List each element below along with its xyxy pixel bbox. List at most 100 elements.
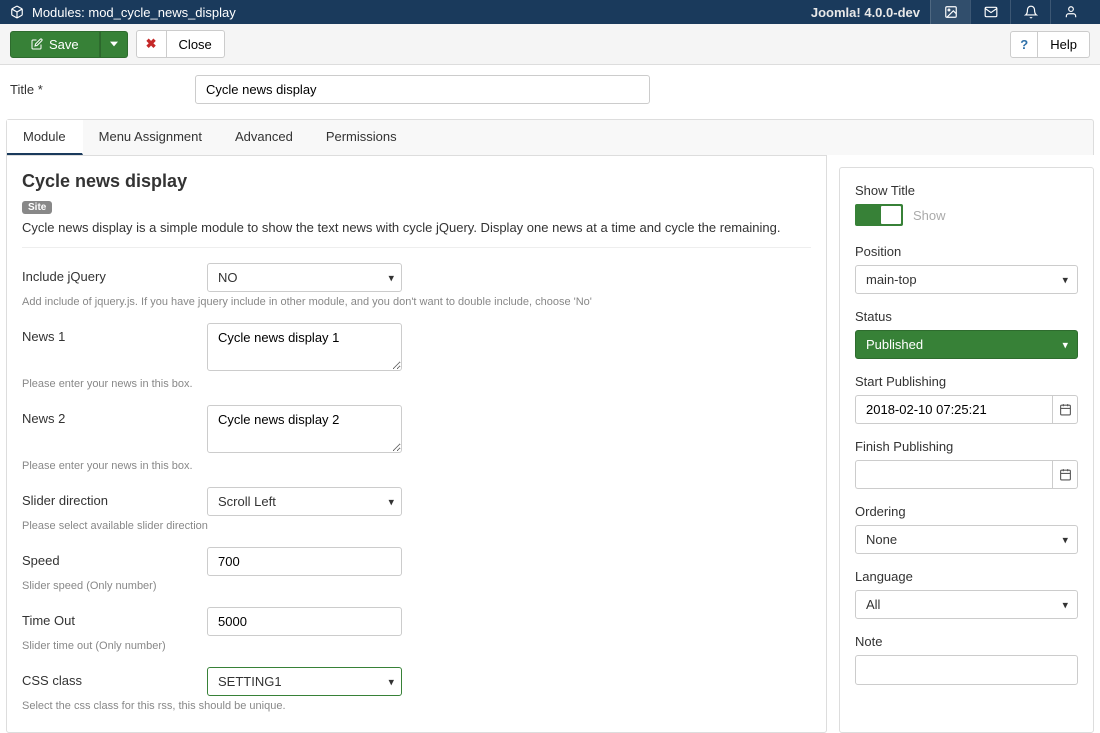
timeout-label: Time Out xyxy=(22,607,207,628)
top-bar-right: Joomla! 4.0.0-dev xyxy=(801,0,1090,24)
css-class-select[interactable]: SETTING1 xyxy=(207,667,402,696)
content: Cycle news display Site Cycle news displ… xyxy=(0,155,1100,733)
user-icon[interactable] xyxy=(1050,0,1090,24)
mail-icon[interactable] xyxy=(970,0,1010,24)
speed-input[interactable] xyxy=(207,547,402,576)
news2-hint: Please enter your news in this box. xyxy=(22,460,811,472)
field-include-jquery: Include jQuery NO ▾ xyxy=(22,263,811,292)
css-class-label: CSS class xyxy=(22,667,207,688)
module-icon xyxy=(10,5,24,19)
show-title-toggle: Show xyxy=(855,204,946,226)
toggle-knob xyxy=(881,206,901,224)
page-title: Modules: mod_cycle_news_display xyxy=(32,5,236,20)
toolbar-right: ? Help xyxy=(1010,31,1090,58)
bell-icon[interactable] xyxy=(1010,0,1050,24)
slider-direction-label: Slider direction xyxy=(22,487,207,508)
tabs: Module Menu Assignment Advanced Permissi… xyxy=(6,119,1094,155)
main-column: Cycle news display Site Cycle news displ… xyxy=(6,155,827,733)
module-heading: Cycle news display xyxy=(22,171,811,192)
position-group: Position main-top ▾ xyxy=(855,244,1078,294)
field-css-class: CSS class SETTING1 ▾ xyxy=(22,667,811,696)
top-bar-left: Modules: mod_cycle_news_display xyxy=(10,5,801,20)
tab-permissions[interactable]: Permissions xyxy=(310,120,414,155)
module-description: Cycle news display is a simple module to… xyxy=(22,220,811,235)
news2-textarea[interactable]: Cycle news display 2 xyxy=(207,405,402,453)
calendar-icon xyxy=(1059,403,1072,416)
version-label: Joomla! 4.0.0-dev xyxy=(801,5,930,20)
note-group: Note xyxy=(855,634,1078,685)
note-label: Note xyxy=(855,634,1078,649)
note-input[interactable] xyxy=(855,655,1078,685)
ordering-select[interactable]: None xyxy=(855,525,1078,554)
field-news1: News 1 Cycle news display 1 xyxy=(22,323,811,374)
calendar-icon xyxy=(1059,468,1072,481)
css-class-hint: Select the css class for this rss, this … xyxy=(22,700,811,712)
start-publishing-label: Start Publishing xyxy=(855,374,1078,389)
start-publishing-calendar-button[interactable] xyxy=(1052,395,1078,424)
save-button[interactable]: Save xyxy=(10,31,100,58)
save-group: Save xyxy=(10,31,128,58)
show-title-state: Show xyxy=(913,208,946,223)
timeout-input[interactable] xyxy=(207,607,402,636)
close-group: ✖ Close xyxy=(128,30,225,58)
news2-label: News 2 xyxy=(22,405,207,426)
top-bar: Modules: mod_cycle_news_display Joomla! … xyxy=(0,0,1100,24)
help-button[interactable]: Help xyxy=(1038,31,1090,58)
css-class-select-wrap: SETTING1 ▾ xyxy=(207,667,402,696)
tab-advanced[interactable]: Advanced xyxy=(219,120,310,155)
sidebar: Show Title Show Position main-top ▾ Stat… xyxy=(839,167,1094,733)
news1-hint: Please enter your news in this box. xyxy=(22,378,811,390)
help-group: ? Help xyxy=(1010,31,1090,58)
language-group: Language All ▾ xyxy=(855,569,1078,619)
finish-publishing-calendar-button[interactable] xyxy=(1052,460,1078,489)
finish-publishing-label: Finish Publishing xyxy=(855,439,1078,454)
start-publishing-group: Start Publishing xyxy=(855,374,1078,424)
status-label: Status xyxy=(855,309,1078,324)
news1-textarea[interactable]: Cycle news display 1 xyxy=(207,323,402,371)
ordering-label: Ordering xyxy=(855,504,1078,519)
close-x-button[interactable]: ✖ xyxy=(136,30,167,58)
tab-module[interactable]: Module xyxy=(7,120,83,155)
slider-direction-select-wrap: Scroll Left ▾ xyxy=(207,487,402,516)
slider-direction-hint: Please select available slider direction xyxy=(22,520,811,532)
toolbar: Save ✖ Close ? Help xyxy=(0,24,1100,65)
close-button[interactable]: Close xyxy=(167,30,225,58)
ordering-group: Ordering None ▾ xyxy=(855,504,1078,554)
speed-hint: Slider speed (Only number) xyxy=(22,580,811,592)
close-label: Close xyxy=(179,37,212,52)
position-label: Position xyxy=(855,244,1078,259)
language-select[interactable]: All xyxy=(855,590,1078,619)
field-news2: News 2 Cycle news display 2 xyxy=(22,405,811,456)
start-publishing-input[interactable] xyxy=(855,395,1052,424)
include-jquery-select[interactable]: NO xyxy=(207,263,402,292)
help-q-button[interactable]: ? xyxy=(1010,31,1038,58)
status-select[interactable]: Published xyxy=(855,330,1078,359)
help-label: Help xyxy=(1050,37,1077,52)
speed-label: Speed xyxy=(22,547,207,568)
save-dropdown-button[interactable] xyxy=(100,31,128,58)
field-slider-direction: Slider direction Scroll Left ▾ xyxy=(22,487,811,516)
separator xyxy=(22,247,811,248)
title-input[interactable] xyxy=(195,75,650,104)
field-timeout: Time Out xyxy=(22,607,811,636)
finish-publishing-input[interactable] xyxy=(855,460,1052,489)
title-label: Title * xyxy=(10,82,195,97)
timeout-hint: Slider time out (Only number) xyxy=(22,640,811,652)
show-title-switch[interactable] xyxy=(855,204,903,226)
slider-direction-select[interactable]: Scroll Left xyxy=(207,487,402,516)
language-label: Language xyxy=(855,569,1078,584)
show-title-group: Show Title Show xyxy=(855,183,1078,229)
save-label: Save xyxy=(49,37,79,52)
position-select[interactable]: main-top xyxy=(855,265,1078,294)
status-group: Status Published ▾ xyxy=(855,309,1078,359)
picture-icon[interactable] xyxy=(930,0,970,24)
site-badge: Site xyxy=(22,201,52,214)
finish-publishing-group: Finish Publishing xyxy=(855,439,1078,489)
title-row: Title * xyxy=(0,65,1100,119)
news1-label: News 1 xyxy=(22,323,207,344)
include-jquery-hint: Add include of jquery.js. If you have jq… xyxy=(22,296,811,308)
include-jquery-select-wrap: NO ▾ xyxy=(207,263,402,292)
tab-menu-assignment[interactable]: Menu Assignment xyxy=(83,120,219,155)
top-bar-icons xyxy=(930,0,1090,24)
include-jquery-label: Include jQuery xyxy=(22,263,207,284)
